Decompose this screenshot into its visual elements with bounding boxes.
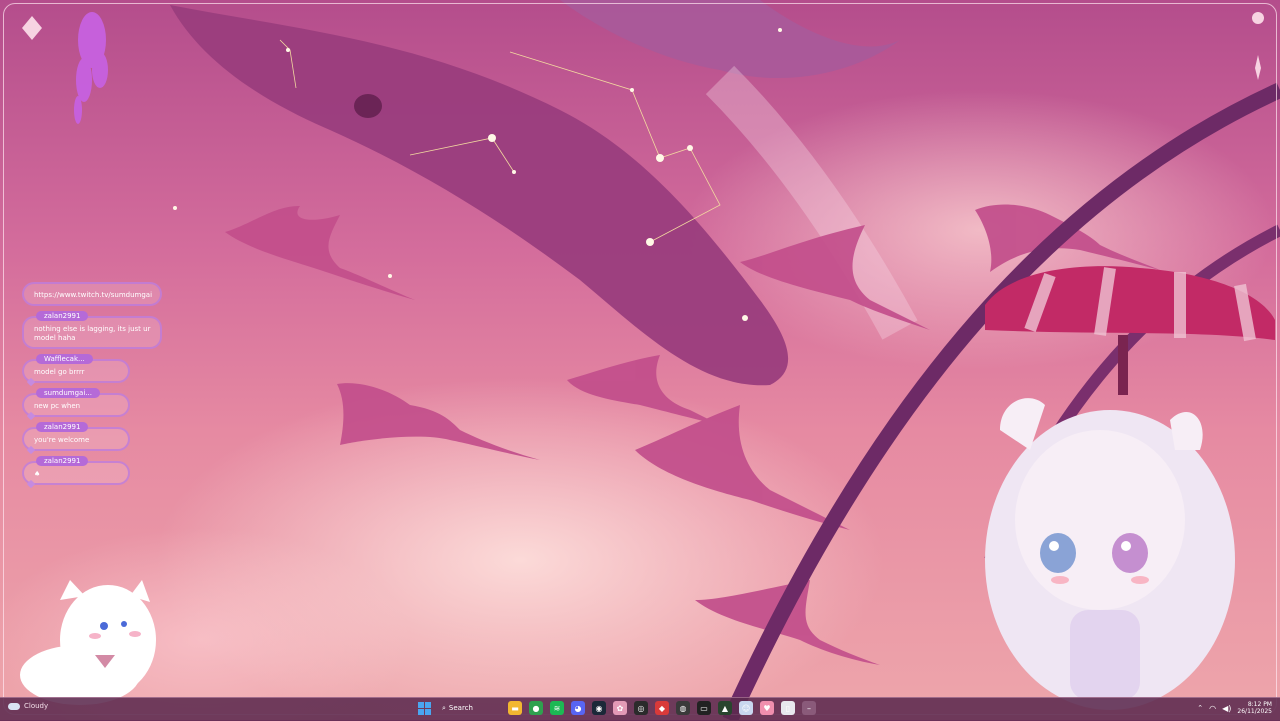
manta-ray	[337, 383, 540, 460]
vtube-icon[interactable]: ☺	[738, 701, 753, 715]
chat-username: Wafflecak...	[36, 354, 93, 364]
search-icon: ⌕	[442, 703, 446, 712]
chat-username: sumdumgai...	[36, 388, 100, 398]
search-label: Search	[448, 704, 473, 712]
file-icon[interactable]: ▯	[780, 701, 795, 715]
bubble-heart-tail	[26, 445, 36, 455]
chat-username: zalan2991	[36, 456, 89, 466]
chat-message: https://www.twitch.tv/sumdumgai	[22, 282, 162, 306]
app-icon[interactable]: ◍	[675, 701, 690, 715]
chat-message-text: new pc when	[34, 402, 81, 410]
taskbar: Cloudy ⌕ Search ▬ ● ≋ ◕ ◉ ✿ ◎ ◆ ◍ ▭ ▲ ☺ ♥ ▯ – ⌃ ◠ ◀) 8…	[0, 697, 1280, 721]
chat-message-text: model go brrrr	[34, 368, 85, 376]
bubble-heart-tail	[26, 479, 36, 489]
chat-message: Wafflecak... model go brrrr	[22, 354, 130, 387]
chevron-up-icon[interactable]: ⌃	[1197, 704, 1203, 712]
wisteria-decoration	[74, 12, 108, 124]
start-button[interactable]	[418, 701, 431, 715]
pinned-apps: ▬ ● ≋ ◕ ◉ ✿ ◎ ◆ ◍ ▭ ▲ ☺ ♥ ▯ –	[507, 701, 816, 715]
chat-username: zalan2991	[36, 422, 89, 432]
white-cat-sprite	[20, 580, 156, 705]
weather-widget[interactable]: Cloudy	[8, 702, 48, 710]
manta-ray	[635, 405, 850, 530]
clock[interactable]: 8:12 PM 26/11/2025	[1237, 701, 1272, 715]
search-button[interactable]: ⌕ Search	[438, 704, 501, 713]
wifi-icon[interactable]: ◠	[1209, 704, 1216, 713]
bubble-heart-tail	[26, 377, 36, 387]
green-app-icon[interactable]: ▲	[717, 701, 732, 715]
chat-message: zalan2991 nothing else is lagging, its j…	[22, 311, 162, 349]
cloud-icon	[8, 702, 20, 710]
heart-app-icon[interactable]: ♥	[759, 701, 774, 715]
chrome-icon[interactable]: ●	[528, 701, 543, 715]
clock-date: 26/11/2025	[1237, 708, 1272, 715]
chat-message-text: nothing else is lagging, its just ur mod…	[34, 325, 151, 342]
file-explorer-icon[interactable]: ▬	[507, 701, 522, 715]
volume-icon[interactable]: ◀)	[1222, 704, 1231, 713]
chat-message: zalan2991 you're welcome	[22, 422, 130, 455]
weather-label: Cloudy	[24, 702, 49, 710]
chat-message: sumdumgai... new pc when	[22, 388, 130, 421]
desktop-wallpaper	[0, 0, 1280, 720]
chat-message: zalan2991 ♠	[22, 456, 130, 489]
wallpaper-art	[20, 0, 1280, 720]
steam-icon[interactable]: ◉	[591, 701, 606, 715]
clock-time: 8:12 PM	[1247, 701, 1272, 708]
vtuber-avatar	[985, 398, 1235, 710]
manta-ray	[225, 205, 415, 300]
chat-username: zalan2991	[36, 311, 89, 321]
obs-icon[interactable]: ◎	[633, 701, 648, 715]
chat-message-text: ♠	[34, 470, 41, 478]
red-app-icon[interactable]: ◆	[654, 701, 669, 715]
chat-message-text: https://www.twitch.tv/sumdumgai	[34, 291, 153, 299]
pink-app-icon[interactable]: ✿	[612, 701, 627, 715]
chat-overlay: https://www.twitch.tv/sumdumgai zalan299…	[22, 282, 162, 494]
bubble-heart-tail	[26, 411, 36, 421]
chat-message-text: you're welcome	[34, 436, 90, 444]
spotify-icon[interactable]: ≋	[549, 701, 564, 715]
minus-icon[interactable]: –	[801, 701, 816, 715]
discord-icon[interactable]: ◕	[570, 701, 585, 715]
terminal-icon[interactable]: ▭	[696, 701, 711, 715]
taskbar-apps: ⌕ Search ▬ ● ≋ ◕ ◉ ✿ ◎ ◆ ◍ ▭ ▲ ☺ ♥ ▯ –	[418, 701, 816, 715]
whale-eye	[354, 94, 382, 118]
system-tray: ⌃ ◠ ◀) 8:12 PM 26/11/2025	[1197, 701, 1272, 715]
